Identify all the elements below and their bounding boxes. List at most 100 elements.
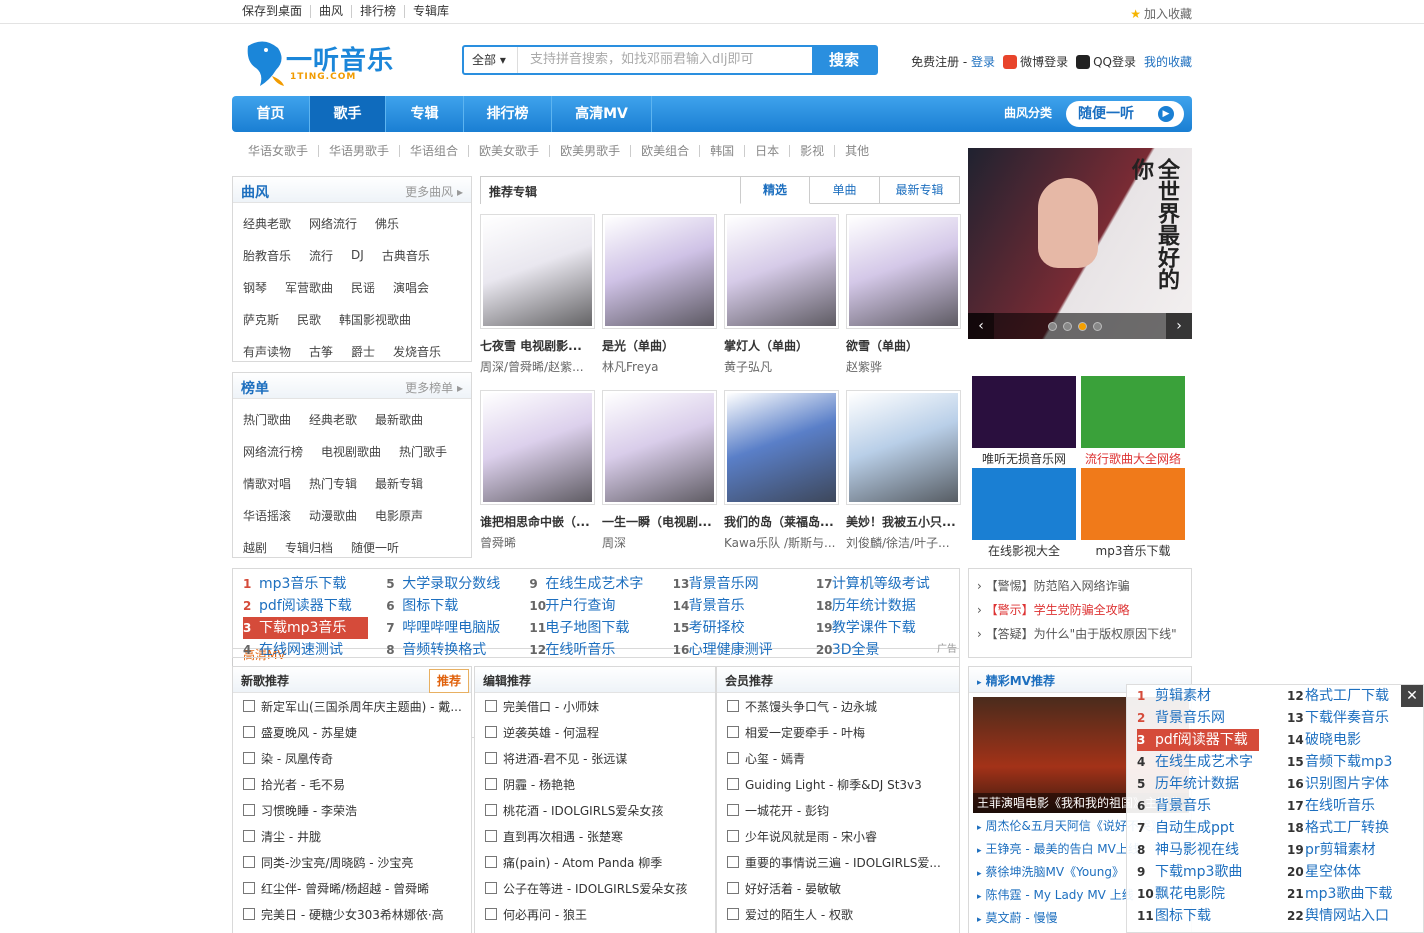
checkbox[interactable] [485,778,497,790]
app-link[interactable]: mp3音乐下载 [1081,468,1185,559]
checkbox[interactable] [727,726,739,738]
banner-dot-active[interactable] [1078,322,1087,331]
ranking-tag[interactable]: 网络流行榜 [243,443,303,460]
floating-link[interactable]: 2 背景音乐网 [1137,707,1259,729]
hot-search-link[interactable]: 7 哔哩哔哩电脑版 [386,617,529,639]
album-artist[interactable]: 周深/曾舜晞/赵紫... [480,358,595,375]
song-title[interactable]: 一城花开 - 彭钧 [745,802,829,819]
floating-link[interactable]: 11图标下载 [1137,905,1259,927]
notice-item[interactable]: › 【警示】学生党防骗全攻略 [977,601,1191,625]
genre-tag[interactable]: 军营歌曲 [285,279,333,296]
song-item[interactable]: 直到再次相遇 - 张楚寒 [475,823,715,849]
ranking-tag[interactable]: 越剧 [243,539,267,556]
ranking-tag[interactable]: 热门歌手 [399,443,447,460]
tab-new-albums[interactable]: 最新专辑 [880,176,960,204]
floating-link[interactable]: 14破晓电影 [1287,729,1392,751]
genre-tag[interactable]: DJ [351,248,364,262]
checkbox[interactable] [243,856,255,868]
subnav-item[interactable]: 日本 [744,145,789,157]
album-card[interactable]: 是光（单曲） 林凡Freya [602,214,717,375]
song-title[interactable]: 新定军山(三国杀周年庆主题曲) - 戴... [261,698,462,715]
album-cover[interactable] [480,214,595,329]
album-name[interactable]: 七夜雪 电视剧影... [480,337,595,354]
song-item[interactable]: 习惯晚睡 - 李荣浩 [233,797,471,823]
checkbox[interactable] [485,726,497,738]
hot-search-link[interactable]: 8 音频转换格式 [386,639,529,661]
album-cover[interactable] [724,214,839,329]
song-item[interactable]: 心玺 - 嫣青 [717,745,959,771]
album-artist[interactable]: 赵紫骅 [846,358,961,375]
song-title[interactable]: 重要的事情说三遍 - IDOLGIRLS爱... [745,854,941,871]
checkbox[interactable] [727,778,739,790]
genre-tag[interactable]: 韩国影视歌曲 [339,311,411,328]
app-link[interactable]: 流行歌曲大全网络 [1081,376,1185,467]
genre-tag[interactable]: 网络流行 [309,215,357,232]
song-title[interactable]: 红尘伴- 曾舜晞/杨超越 - 曾舜晞 [261,880,429,897]
floating-link[interactable]: 19pr剪辑素材 [1287,839,1392,861]
song-title[interactable]: 直到再次相遇 - 张楚寒 [503,828,623,845]
album-card[interactable]: 谁把相思命中嵌（... 曾舜晞 [480,390,595,551]
song-title[interactable]: 染 - 凤凰传奇 [261,750,333,767]
album-card[interactable]: 美妙！我被五小只... 刘俊麟/徐洁/叶子... [846,390,961,551]
checkbox[interactable] [485,856,497,868]
floating-link[interactable]: 12格式工厂下载 [1287,685,1392,707]
song-item[interactable]: 公子在等进 - IDOLGIRLS爱朵女孩 [475,875,715,901]
hot-search-link[interactable]: 13背景音乐网 [673,573,816,595]
song-item[interactable]: 清尘 - 井胧 [233,823,471,849]
hot-search-link[interactable]: 18历年统计数据 [816,595,959,617]
ranking-link[interactable]: 排行榜 [351,5,404,18]
genre-tag[interactable]: 发烧音乐 [393,343,441,360]
nav-albums[interactable]: 专辑 [386,96,464,132]
genre-tag[interactable]: 古典音乐 [382,247,430,264]
ranking-tag[interactable]: 经典老歌 [309,411,357,428]
hot-search-link[interactable]: 15考研择校 [673,617,816,639]
floating-link[interactable]: 10飘花电影院 [1137,883,1259,905]
song-title[interactable]: 桃花酒 - IDOLGIRLS爱朵女孩 [503,802,663,819]
checkbox[interactable] [727,882,739,894]
mv-link[interactable]: ▸ 莫文蔚 - 慢慢 [977,909,1058,926]
hot-search-link[interactable]: 14背景音乐 [673,595,816,617]
subnav-item[interactable]: 欧美组合 [630,145,699,157]
checkbox[interactable] [485,908,497,920]
album-name[interactable]: 谁把相思命中嵌（... [480,513,595,530]
checkbox[interactable] [727,700,739,712]
register-link[interactable]: 免费注册 [911,55,959,69]
subnav-item[interactable]: 其他 [834,145,879,157]
album-artist[interactable]: 曾舜晞 [480,534,595,551]
floating-link[interactable]: 16识别图片字体 [1287,773,1392,795]
album-name[interactable]: 是光（单曲） [602,337,717,354]
album-artist[interactable]: 周深 [602,534,717,551]
hot-search-link[interactable]: 11电子地图下载 [529,617,672,639]
hot-search-link[interactable]: 2 pdf阅读器下载 [243,595,386,617]
subnav-item[interactable]: 欧美女歌手 [468,145,549,157]
ranking-tag[interactable]: 最新专辑 [375,475,423,492]
song-item[interactable]: 少年说风就是雨 - 宋小睿 [717,823,959,849]
nav-home[interactable]: 首页 [232,96,310,132]
genre-link[interactable]: 曲风 [310,5,351,18]
album-name[interactable]: 美妙！我被五小只... [846,513,961,530]
song-title[interactable]: Guiding Light - 柳季&DJ St3v3 [745,776,922,793]
song-title[interactable]: 完美日 - 硬糖少女303希林娜依·高 [261,906,444,923]
ranking-tag[interactable]: 电视剧歌曲 [321,443,381,460]
site-logo[interactable]: 一听音乐 1TING.COM [242,36,407,88]
floating-link[interactable]: 6 背景音乐 [1137,795,1259,817]
subnav-item[interactable]: 欧美男歌手 [549,145,630,157]
genre-tag[interactable]: 民谣 [351,279,375,296]
close-icon[interactable]: ✕ [1401,685,1423,707]
checkbox[interactable] [243,726,255,738]
genre-tag[interactable]: 胎教音乐 [243,247,291,264]
ranking-tag[interactable]: 最新歌曲 [375,411,423,428]
qq-login-link[interactable]: QQ登录 [1076,53,1136,70]
ranking-tag[interactable]: 热门歌曲 [243,411,291,428]
search-button[interactable]: 搜索 [812,47,876,73]
checkbox[interactable] [243,908,255,920]
album-card[interactable]: 掌灯人（单曲） 黄子弘凡 [724,214,839,375]
save-desktop-link[interactable]: 保存到桌面 [240,5,310,18]
checkbox[interactable] [243,804,255,816]
genre-tag[interactable]: 经典老歌 [243,215,291,232]
my-favorites-link[interactable]: 我的收藏 [1144,53,1192,70]
song-item[interactable]: 完美日 - 硬糖少女303希林娜依·高 [233,901,471,927]
checkbox[interactable] [485,830,497,842]
song-title[interactable]: 逆袭英雄 - 何温程 [503,724,599,741]
hot-search-link[interactable]: 19教学课件下载 [816,617,959,639]
